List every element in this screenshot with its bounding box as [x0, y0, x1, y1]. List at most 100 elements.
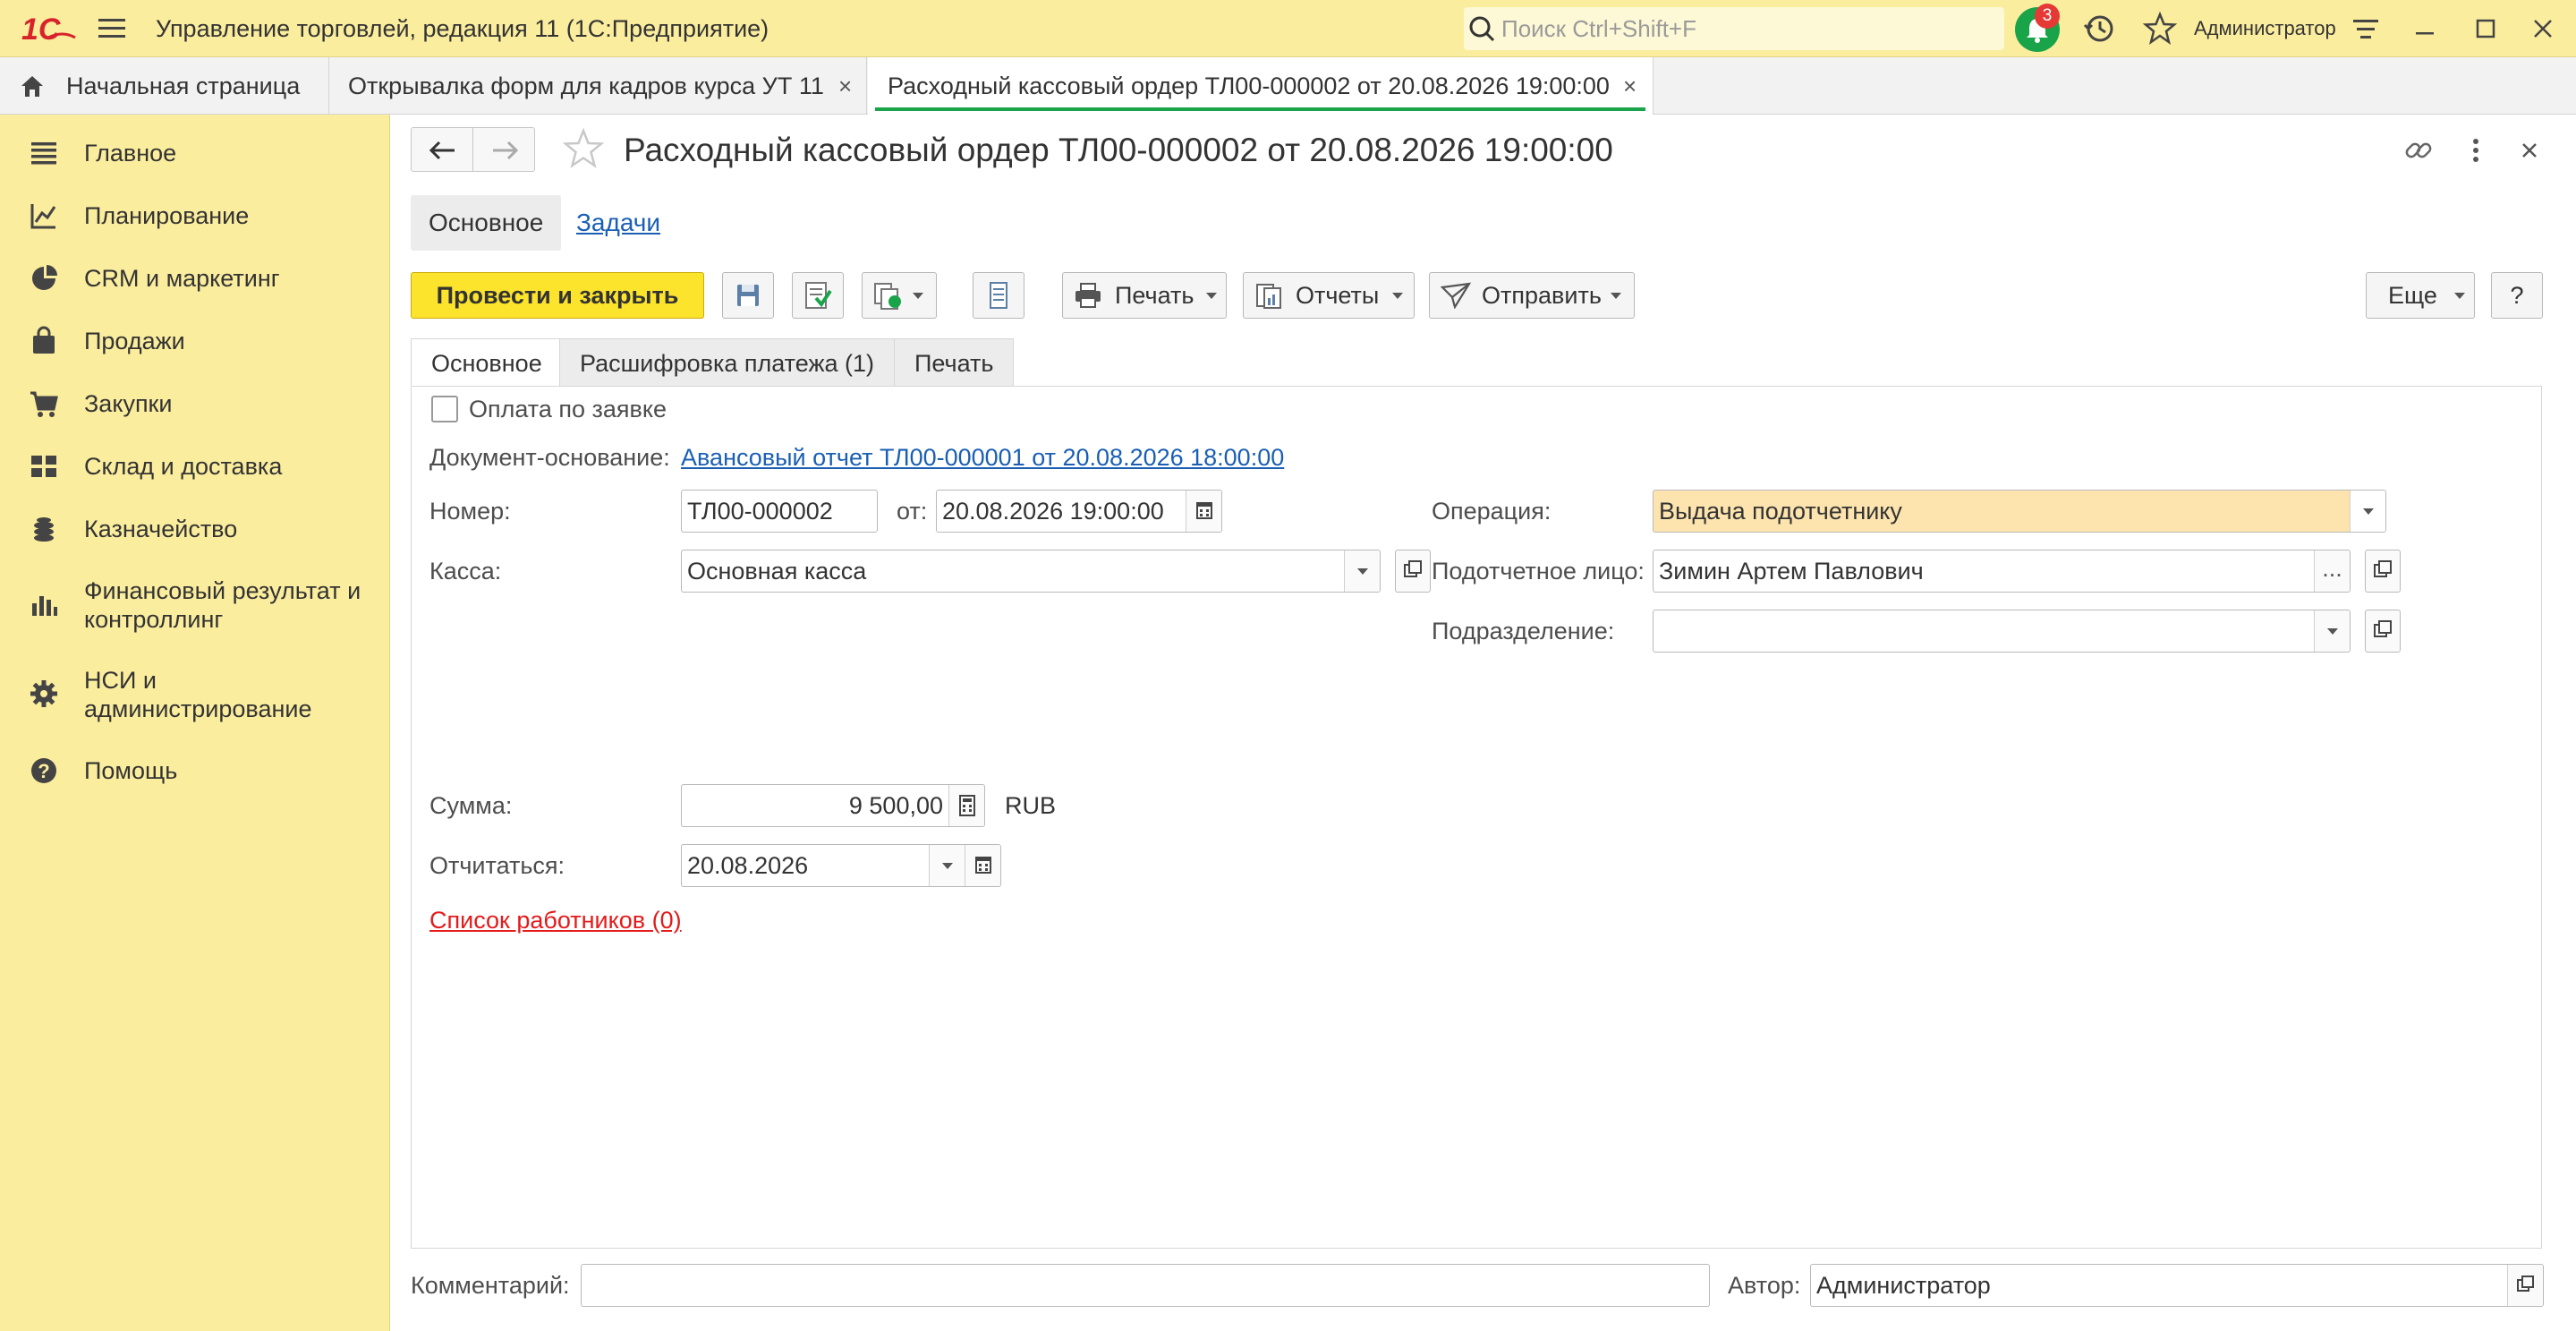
calculator-icon[interactable]: [948, 785, 984, 826]
link-icon[interactable]: [2402, 134, 2435, 166]
structure-button[interactable]: [973, 272, 1024, 319]
sidebar-item-purchases[interactable]: Закупки: [0, 381, 390, 426]
subtab-main[interactable]: Основное: [411, 195, 562, 251]
subtab-tasks[interactable]: Задачи: [558, 195, 678, 251]
coins-icon: [29, 514, 59, 544]
department-select[interactable]: [1653, 610, 2351, 653]
dropdown-chevron-icon[interactable]: [1344, 550, 1380, 592]
close-form-icon[interactable]: [2513, 134, 2546, 166]
sidebar-item-planning[interactable]: Планирование: [0, 193, 390, 238]
sidebar: Главное Планирование CRM и маркетинг Про…: [0, 115, 390, 1331]
author-label: Автор:: [1728, 1272, 1801, 1299]
history-icon[interactable]: [2081, 11, 2117, 47]
tab-forms-opener[interactable]: Открывалка форм для кадров курса УТ 11 ×: [330, 57, 867, 115]
sidebar-item-crm[interactable]: CRM и маркетинг: [0, 256, 390, 301]
sidebar-item-sales[interactable]: Продажи: [0, 319, 390, 363]
pie-chart-icon: [29, 263, 59, 294]
search-input[interactable]: Поиск Ctrl+Shift+F: [1464, 7, 2004, 50]
post-and-close-button[interactable]: Провести и закрыть: [411, 272, 704, 319]
hamburger-menu-icon[interactable]: [97, 15, 127, 42]
help-button[interactable]: ?: [2491, 272, 2543, 319]
basis-label: Документ-основание:: [429, 444, 670, 471]
operation-select[interactable]: Выдача подотчетнику: [1653, 490, 2386, 533]
reports-button[interactable]: Отчеты: [1243, 272, 1415, 319]
settings-sliders-icon[interactable]: [2348, 11, 2384, 47]
home-icon: [18, 72, 47, 100]
dropdown-chevron-icon[interactable]: [2314, 610, 2350, 652]
gear-icon: [29, 678, 59, 709]
person-label: Подотчетное лицо:: [1432, 558, 1645, 584]
sidebar-item-label: Закупки: [84, 390, 173, 417]
employees-list-link[interactable]: Список работников (0): [429, 906, 682, 934]
sum-value: 9 500,00: [848, 792, 943, 819]
ellipsis-select-icon[interactable]: ...: [2314, 550, 2350, 592]
date-label: от:: [897, 498, 928, 525]
sidebar-item-financial-result[interactable]: Финансовый результат и контроллинг: [0, 569, 390, 641]
favorite-star-icon[interactable]: [561, 127, 606, 172]
date-field[interactable]: 20.08.2026 19:00:00: [936, 490, 1222, 533]
maximize-icon[interactable]: [2468, 11, 2504, 47]
form-tab-print[interactable]: Печать: [894, 338, 1015, 387]
sidebar-item-main[interactable]: Главное: [0, 131, 390, 175]
tab-cash-order[interactable]: Расходный кассовый ордер ТЛ00-000002 от …: [868, 57, 1654, 115]
print-button-label: Печать: [1115, 282, 1194, 309]
sidebar-item-label: Склад и доставка: [84, 453, 283, 480]
basis-document-link[interactable]: Авансовый отчет ТЛ00-000001 от 20.08.202…: [681, 443, 1284, 472]
1c-logo-icon[interactable]: 1С: [21, 13, 77, 45]
currency-label: RUB: [1005, 792, 1057, 819]
operation-label: Операция:: [1432, 498, 1552, 525]
back-button[interactable]: [411, 127, 473, 172]
current-user[interactable]: Администратор: [2194, 0, 2336, 57]
dropdown-chevron-icon[interactable]: [929, 845, 965, 886]
post-button[interactable]: [792, 272, 844, 319]
favorites-star-icon[interactable]: [2142, 11, 2178, 47]
author-field[interactable]: Администратор: [1810, 1264, 2544, 1307]
send-button[interactable]: Отправить: [1429, 272, 1635, 319]
dropdown-chevron-icon[interactable]: [2350, 491, 2385, 532]
forward-button[interactable]: [472, 127, 535, 172]
document-form: Расходный кассовый ордер ТЛ00-000002 от …: [391, 115, 2576, 1331]
sidebar-item-admin[interactable]: НСИ и администрирование: [0, 659, 390, 730]
calendar-icon[interactable]: [965, 845, 1000, 886]
chevron-down-icon: [1392, 293, 1403, 299]
open-department-icon[interactable]: [2365, 610, 2401, 653]
minimize-icon[interactable]: [2407, 11, 2443, 47]
open-person-icon[interactable]: [2365, 550, 2401, 593]
sidebar-item-label: Помощь: [84, 757, 178, 784]
search-placeholder: Поиск Ctrl+Shift+F: [1501, 15, 1696, 42]
open-cash-icon[interactable]: [1395, 550, 1431, 593]
report-by-value: 20.08.2026: [687, 852, 809, 879]
reports-button-label: Отчеты: [1296, 282, 1380, 309]
print-button[interactable]: Печать: [1062, 272, 1227, 319]
close-window-icon[interactable]: [2525, 11, 2561, 47]
svg-text:?: ?: [38, 760, 49, 782]
calendar-icon[interactable]: [1186, 491, 1221, 532]
report-by-date-field[interactable]: 20.08.2026: [681, 844, 1001, 887]
page-title: Расходный кассовый ордер ТЛ00-000002 от …: [624, 132, 1613, 168]
open-author-icon[interactable]: [2507, 1265, 2543, 1306]
sidebar-item-treasury[interactable]: Казначейство: [0, 507, 390, 551]
tab-close-icon[interactable]: ×: [1623, 57, 1637, 115]
sidebar-item-warehouse[interactable]: Склад и доставка: [0, 444, 390, 489]
cash-select[interactable]: Основная касса: [681, 550, 1381, 593]
comment-input[interactable]: [581, 1264, 1710, 1307]
help-icon: ?: [29, 755, 59, 786]
sidebar-item-help[interactable]: ? Помощь: [0, 748, 390, 793]
more-vertical-icon[interactable]: [2460, 134, 2492, 166]
create-based-on-button[interactable]: [862, 272, 937, 319]
form-tab-main[interactable]: Основное: [411, 338, 563, 387]
more-button-label: Еще: [2388, 282, 2437, 309]
pay-by-request-checkbox[interactable]: [431, 396, 458, 422]
report-by-label: Отчитаться:: [429, 852, 565, 879]
form-tab-payment-breakdown[interactable]: Расшифровка платежа (1): [559, 338, 896, 387]
sidebar-item-label: Главное: [84, 140, 177, 166]
send-button-label: Отправить: [1482, 282, 1602, 309]
tab-close-icon[interactable]: ×: [838, 57, 852, 115]
tab-home[interactable]: Начальная страница: [0, 57, 329, 115]
accountable-person-field[interactable]: Зимин Артем Павлович ...: [1653, 550, 2351, 593]
number-field[interactable]: ТЛ00-000002: [681, 490, 878, 533]
search-icon: [1467, 14, 1496, 43]
sum-field[interactable]: 9 500,00: [681, 784, 985, 827]
save-button[interactable]: [722, 272, 774, 319]
more-button[interactable]: Еще: [2366, 272, 2475, 319]
